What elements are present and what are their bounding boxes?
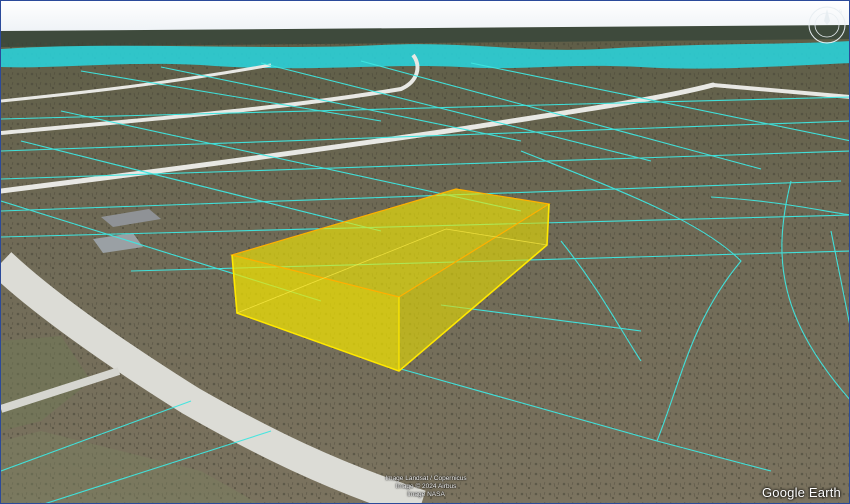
attribution-line: Image Landsat / Copernicus <box>385 475 467 482</box>
app-logo: Google Earth <box>761 485 841 500</box>
earth-scene[interactable]: s <box>1 1 850 504</box>
attribution-line: Image © 2024 Airbus <box>395 483 457 490</box>
map-viewport[interactable]: s Image Landsat / Copernicus Image © 202… <box>0 0 850 504</box>
svg-text:s: s <box>839 9 842 15</box>
attribution-line: Image NASA <box>407 491 445 498</box>
